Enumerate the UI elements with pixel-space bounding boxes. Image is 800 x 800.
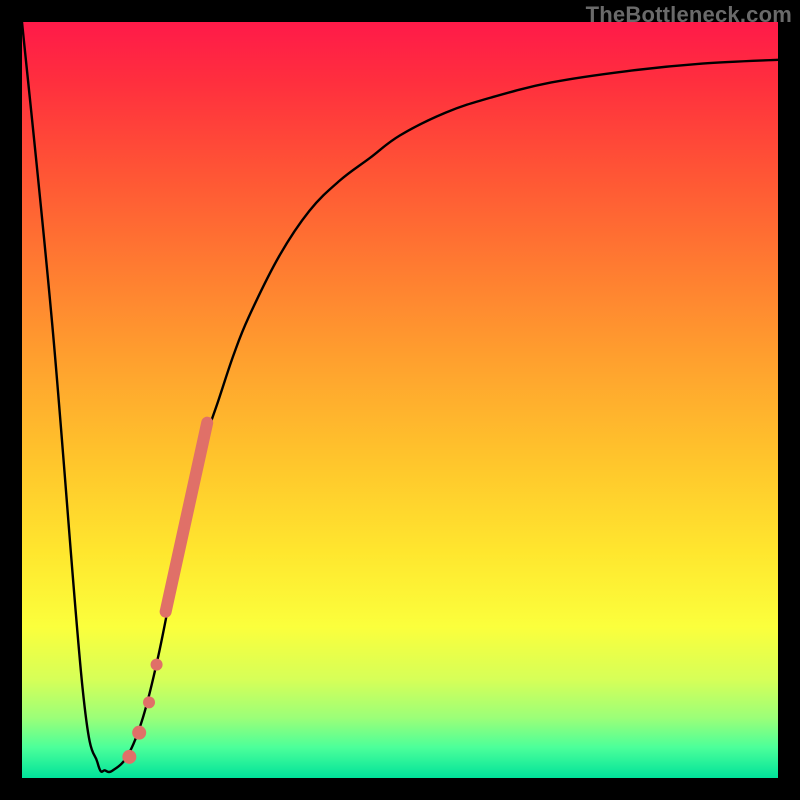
dot-1 (151, 659, 163, 671)
bottleneck-curve-svg (22, 22, 778, 778)
curve-group (22, 22, 778, 772)
thick-segment (166, 423, 208, 612)
plot-area (22, 22, 778, 778)
dot-2 (143, 696, 155, 708)
bottleneck-curve (22, 22, 778, 772)
chart-frame: TheBottleneck.com (0, 0, 800, 800)
dot-4 (122, 750, 136, 764)
curve-markers (122, 423, 207, 764)
dot-3 (132, 726, 146, 740)
watermark-text: TheBottleneck.com (586, 2, 792, 28)
